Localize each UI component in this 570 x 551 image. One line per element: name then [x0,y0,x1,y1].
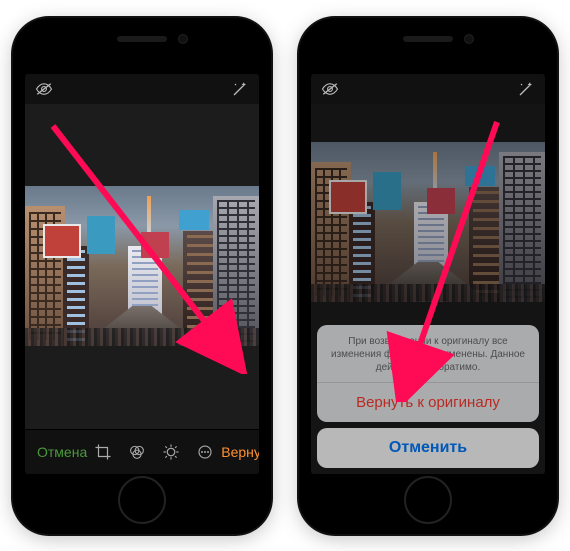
photo-canvas[interactable] [25,104,259,429]
home-button[interactable] [118,476,166,524]
home-button[interactable] [404,476,452,524]
more-icon[interactable] [195,442,215,462]
action-sheet-cancel-button[interactable]: Отменить [317,428,539,468]
phone-left: Отмена Вернуть [13,18,271,534]
edited-photo [311,142,545,302]
annotation-arrow [347,112,517,402]
magic-wand-icon[interactable] [231,80,249,98]
adjust-icon[interactable] [161,442,181,462]
eye-off-icon[interactable] [321,82,339,96]
edited-photo [25,186,259,346]
editor-bottombar: Отмена Вернуть [25,429,259,474]
phone-right: При возвращении к оригиналу все изменени… [299,18,557,534]
photo-canvas: При возвращении к оригиналу все изменени… [311,104,545,474]
phone-speaker [403,36,453,42]
cancel-button[interactable]: Отмена [31,438,93,466]
screen-right: При возвращении к оригиналу все изменени… [311,74,545,474]
tool-icons-group [93,442,215,462]
editor-topbar [25,74,259,104]
editor-topbar [311,74,545,104]
crop-icon[interactable] [93,442,113,462]
magic-wand-icon[interactable] [517,80,535,98]
phone-front-camera [464,34,474,44]
phone-speaker [117,36,167,42]
action-sheet: При возвращении к оригиналу все изменени… [317,325,539,468]
filters-icon[interactable] [127,442,147,462]
revert-button[interactable]: Вернуть [215,438,259,466]
eye-off-icon[interactable] [35,82,53,96]
phone-front-camera [178,34,188,44]
action-sheet-message: При возвращении к оригиналу все изменени… [317,325,539,383]
action-sheet-group: При возвращении к оригиналу все изменени… [317,325,539,422]
revert-to-original-button[interactable]: Вернуть к оригиналу [317,383,539,422]
screen-left: Отмена Вернуть [25,74,259,474]
